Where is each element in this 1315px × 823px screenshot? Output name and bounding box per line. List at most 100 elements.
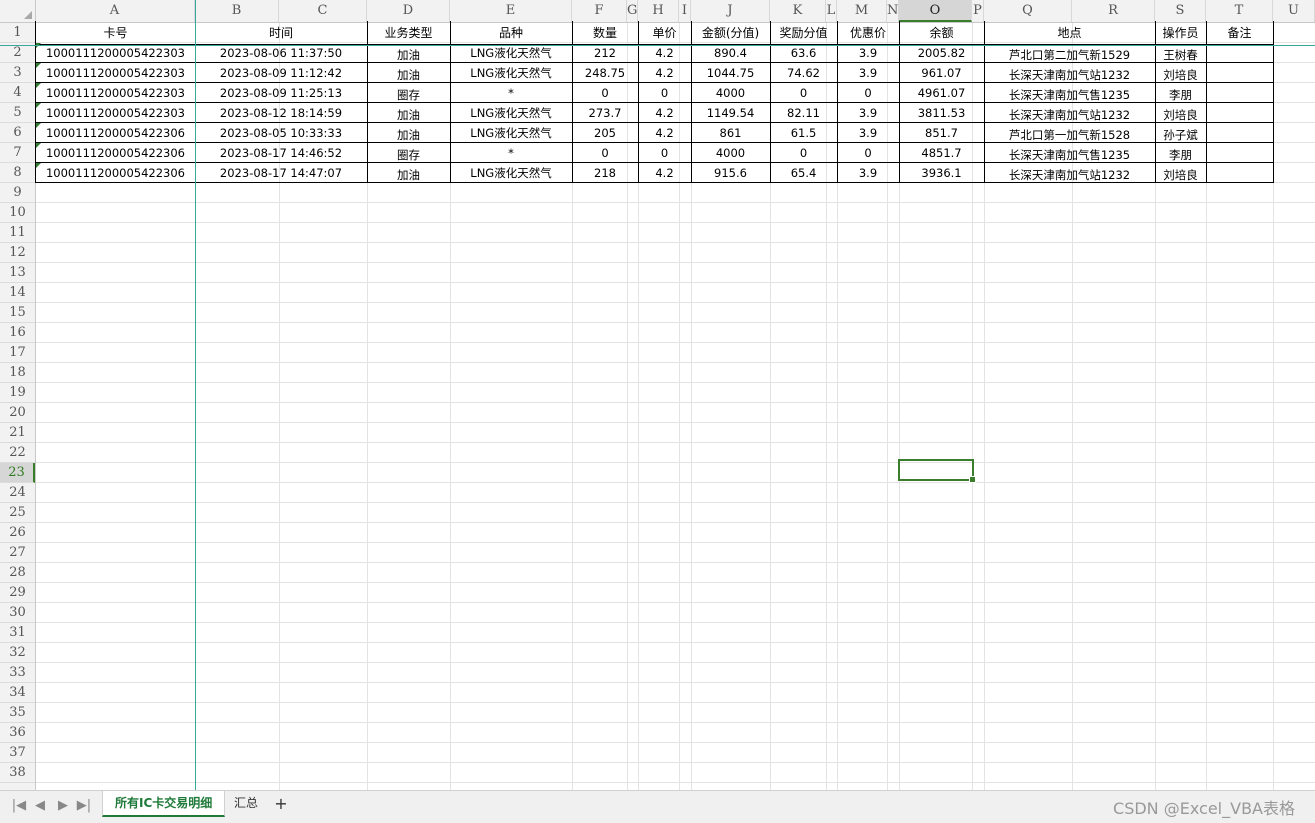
- row-header-31[interactable]: 31: [0, 623, 35, 643]
- cell-unit-price[interactable]: 0: [638, 83, 692, 103]
- header-cell-variety[interactable]: 品种: [450, 21, 573, 45]
- cell-remark[interactable]: [1206, 83, 1274, 103]
- cell-time[interactable]: 2023-08-17 14:47:07: [195, 163, 368, 183]
- tab-transaction-details[interactable]: 所有IC卡交易明细: [102, 791, 226, 817]
- cell-amount[interactable]: 1149.54: [691, 103, 771, 123]
- column-header-l[interactable]: L: [826, 0, 837, 22]
- cell-remark[interactable]: [1206, 163, 1274, 183]
- column-header-q[interactable]: Q: [984, 0, 1072, 22]
- cell-variety[interactable]: LNG液化天然气: [450, 43, 573, 63]
- cell-operator[interactable]: 刘培良: [1155, 163, 1207, 183]
- cell-variety[interactable]: *: [450, 83, 573, 103]
- header-cell-business-type[interactable]: 业务类型: [367, 21, 451, 45]
- header-cell-amount[interactable]: 金额(分值): [691, 21, 771, 45]
- cell-discount-price[interactable]: 3.9: [837, 123, 900, 143]
- active-cell-selection[interactable]: [898, 459, 976, 483]
- cell-business-type[interactable]: 加油: [367, 43, 451, 63]
- cell-business-type[interactable]: 圈存: [367, 143, 451, 163]
- cell-location[interactable]: 芦北口第二加气新1529: [984, 43, 1156, 63]
- row-header-26[interactable]: 26: [0, 523, 35, 543]
- column-header-a[interactable]: A: [35, 0, 195, 22]
- column-header-n[interactable]: N: [887, 0, 899, 22]
- header-cell-reward-points[interactable]: 奖励分值: [770, 21, 838, 45]
- cell-variety[interactable]: *: [450, 143, 573, 163]
- row-header-32[interactable]: 32: [0, 643, 35, 663]
- cell-unit-price[interactable]: 4.2: [638, 103, 692, 123]
- cell-unit-price[interactable]: 4.2: [638, 63, 692, 83]
- row-header-21[interactable]: 21: [0, 423, 35, 443]
- cell-remark[interactable]: [1206, 143, 1274, 163]
- cell-reward-points[interactable]: 63.6: [770, 43, 838, 63]
- cell-card-no[interactable]: 1000111200005422306: [35, 163, 196, 183]
- cell-remark[interactable]: [1206, 103, 1274, 123]
- spreadsheet-sheet[interactable]: ABCDEFGHIJKLMNOPQRSTU 1 2 3 4 5 6 7 8 9 10 11 12 13 1…: [0, 0, 1315, 790]
- cell-quantity[interactable]: 212: [572, 43, 639, 63]
- header-cell-quantity[interactable]: 数量: [572, 21, 639, 45]
- row-header-12[interactable]: 12: [0, 243, 35, 263]
- select-all-corner[interactable]: [0, 0, 36, 22]
- cell-amount[interactable]: 890.4: [691, 43, 771, 63]
- prev-sheet-nav-icon[interactable]: ◀: [31, 796, 49, 816]
- row-header-14[interactable]: 14: [0, 283, 35, 303]
- cell-remark[interactable]: [1206, 123, 1274, 143]
- cell-balance[interactable]: 4961.07: [899, 83, 985, 103]
- column-header-o[interactable]: O: [899, 0, 972, 22]
- row-header-20[interactable]: 20: [0, 403, 35, 423]
- column-header-p[interactable]: P: [972, 0, 984, 22]
- last-sheet-nav-icon[interactable]: ▶|: [75, 796, 93, 816]
- cell-operator[interactable]: 刘培良: [1155, 63, 1207, 83]
- cell-variety[interactable]: LNG液化天然气: [450, 163, 573, 183]
- cell-operator[interactable]: 李朋: [1155, 83, 1207, 103]
- row-header-11[interactable]: 11: [0, 223, 35, 243]
- cell-quantity[interactable]: 0: [572, 143, 639, 163]
- cell-remark[interactable]: [1206, 43, 1274, 63]
- cell-variety[interactable]: LNG液化天然气: [450, 63, 573, 83]
- column-header-i[interactable]: I: [679, 0, 691, 22]
- cell-reward-points[interactable]: 82.11: [770, 103, 838, 123]
- cell-card-no[interactable]: 1000111200005422303: [35, 103, 196, 123]
- cell-balance[interactable]: 961.07: [899, 63, 985, 83]
- cell-discount-price[interactable]: 3.9: [837, 63, 900, 83]
- cell-time[interactable]: 2023-08-12 18:14:59: [195, 103, 368, 123]
- header-cell-remark[interactable]: 备注: [1206, 21, 1274, 45]
- column-header-j[interactable]: J: [691, 0, 770, 22]
- cell-card-no[interactable]: 1000111200005422303: [35, 63, 196, 83]
- cell-location[interactable]: 长深天津南加气站1232: [984, 103, 1156, 123]
- first-sheet-nav-icon[interactable]: |◀: [10, 796, 28, 816]
- cell-discount-price[interactable]: 0: [837, 143, 900, 163]
- cell-time[interactable]: 2023-08-05 10:33:33: [195, 123, 368, 143]
- cell-balance[interactable]: 3936.1: [899, 163, 985, 183]
- row-header-1[interactable]: 1: [0, 23, 35, 43]
- row-header-34[interactable]: 34: [0, 683, 35, 703]
- row-header-35[interactable]: 35: [0, 703, 35, 723]
- cell-card-no[interactable]: 1000111200005422306: [35, 143, 196, 163]
- column-header-d[interactable]: D: [367, 0, 450, 22]
- row-header-30[interactable]: 30: [0, 603, 35, 623]
- cell-remark[interactable]: [1206, 63, 1274, 83]
- row-header-6[interactable]: 6: [0, 123, 35, 143]
- row-header-29[interactable]: 29: [0, 583, 35, 603]
- next-sheet-nav-icon[interactable]: ▶: [54, 796, 72, 816]
- cell-location[interactable]: 长深天津南加气售1235: [984, 143, 1156, 163]
- row-header-37[interactable]: 37: [0, 743, 35, 763]
- column-header-h[interactable]: H: [638, 0, 679, 22]
- cell-location[interactable]: 长深天津南加气售1235: [984, 83, 1156, 103]
- row-header-17[interactable]: 17: [0, 343, 35, 363]
- cell-balance[interactable]: 2005.82: [899, 43, 985, 63]
- column-header-m[interactable]: M: [837, 0, 887, 22]
- row-header-25[interactable]: 25: [0, 503, 35, 523]
- cell-quantity[interactable]: 0: [572, 83, 639, 103]
- cell-business-type[interactable]: 加油: [367, 163, 451, 183]
- column-header-s[interactable]: S: [1155, 0, 1206, 22]
- fill-handle[interactable]: [969, 476, 976, 483]
- cell-operator[interactable]: 王树春: [1155, 43, 1207, 63]
- row-header-33[interactable]: 33: [0, 663, 35, 683]
- header-cell-discount-price[interactable]: 优惠价: [837, 21, 900, 45]
- header-cell-balance[interactable]: 余额: [899, 21, 985, 45]
- column-header-t[interactable]: T: [1206, 0, 1273, 22]
- row-header-2[interactable]: 2: [0, 43, 35, 63]
- column-header-c[interactable]: C: [279, 0, 367, 22]
- header-cell-operator[interactable]: 操作员: [1155, 21, 1207, 45]
- cell-amount[interactable]: 4000: [691, 83, 771, 103]
- cell-discount-price[interactable]: 3.9: [837, 163, 900, 183]
